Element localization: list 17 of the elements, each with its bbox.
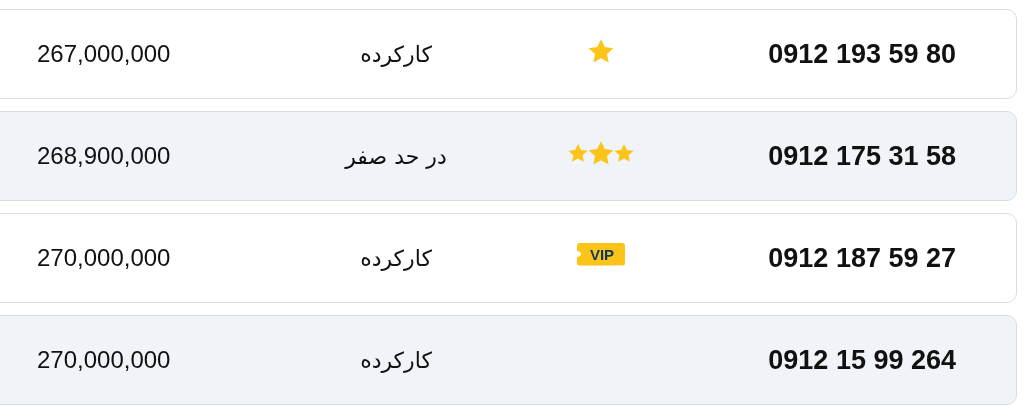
star-icon [568, 143, 588, 163]
price: 267,000,000 [37, 40, 171, 68]
phone-number: 0912 193 59 80 [768, 38, 956, 70]
price: 268,900,000 [37, 142, 171, 170]
condition: کارکرده [360, 41, 432, 67]
phone-number: 0912 175 31 58 [768, 140, 956, 172]
star-icon [614, 143, 634, 163]
phone-number: 0912 15 99 264 [768, 344, 956, 376]
star-icon [588, 140, 614, 166]
price: 270,000,000 [37, 244, 171, 272]
condition: در حد صفر [345, 143, 447, 169]
star-icon [588, 38, 614, 64]
phone-number: 0912 187 59 27 [768, 242, 956, 274]
condition: کارکرده [360, 245, 432, 271]
condition: کارکرده [360, 347, 432, 373]
vip-badge: VIP [576, 242, 626, 266]
price: 270,000,000 [37, 346, 171, 374]
